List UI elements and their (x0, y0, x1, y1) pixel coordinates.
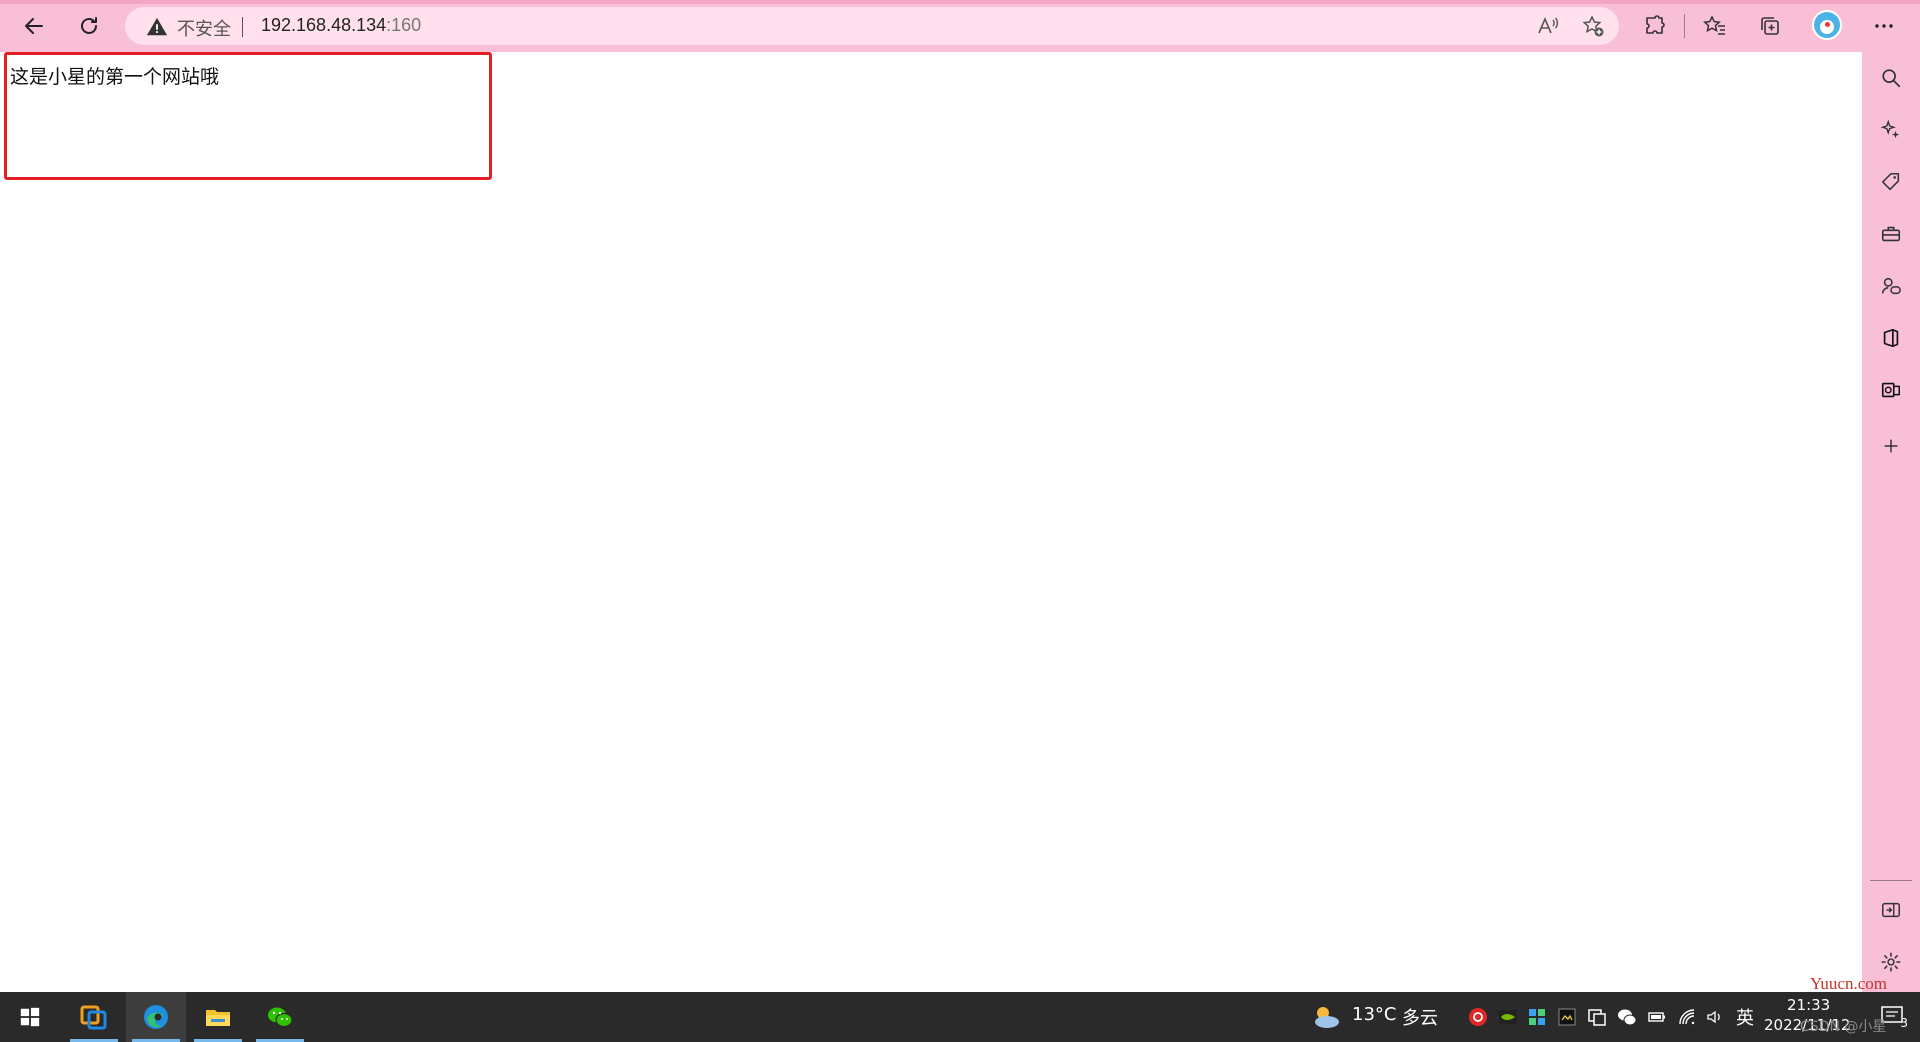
search-icon (1882, 69, 1901, 88)
gear-icon (1881, 952, 1901, 972)
url-host: 192.168.48.134 (261, 15, 387, 35)
site-watermark: Yuucn.com (1810, 974, 1887, 993)
app-tile-icon[interactable] (1527, 1007, 1547, 1027)
read-aloud-icon (1538, 16, 1559, 34)
puzzle-icon (1646, 15, 1665, 34)
sidebar-search-button[interactable] (1879, 66, 1903, 90)
sidebar-settings-button[interactable] (1879, 950, 1903, 974)
sidebar-tools-button[interactable] (1879, 222, 1903, 246)
panel-collapse-icon (1882, 902, 1900, 918)
more-options-button[interactable] (1870, 12, 1898, 40)
weather-temp[interactable]: 13°C (1352, 1004, 1396, 1025)
sidebar-discover-button[interactable] (1879, 118, 1903, 142)
outlook-icon (1881, 382, 1900, 398)
sidebar-outlook-button[interactable] (1879, 378, 1903, 402)
collections-button[interactable] (1756, 12, 1784, 40)
address-divider (242, 17, 243, 37)
battery-icon[interactable] (1647, 1007, 1667, 1027)
ellipsis-icon (1875, 24, 1893, 28)
wifi-icon[interactable] (1677, 1007, 1697, 1027)
weather-cloud-icon[interactable] (1310, 1003, 1342, 1031)
star-add-icon (1582, 15, 1604, 37)
sidebar-shopping-button[interactable] (1879, 170, 1903, 194)
start-button[interactable] (0, 992, 60, 1042)
back-button[interactable] (14, 6, 54, 46)
netease-music-icon[interactable] (1468, 1007, 1488, 1027)
games-icon (1881, 277, 1901, 295)
sidebar-games-button[interactable] (1879, 274, 1903, 298)
not-secure-label[interactable]: 不安全 (177, 15, 231, 41)
edge-sidebar (1862, 52, 1920, 992)
tag-icon (1881, 172, 1900, 191)
clock-time[interactable]: 21:33 (1787, 996, 1830, 1014)
web-page-content: 这是小星的第一个网站哦 (0, 52, 1862, 992)
url-text[interactable]: 192.168.48.134:160 (261, 15, 421, 36)
read-aloud-button[interactable] (1534, 12, 1562, 40)
taskbar-edge[interactable] (126, 992, 186, 1042)
folder-icon (206, 1010, 230, 1026)
extensions-button[interactable] (1641, 12, 1669, 40)
favorites-button[interactable] (1701, 12, 1729, 40)
warning-icon[interactable] (146, 16, 168, 38)
weather-desc[interactable]: 多云 (1402, 1004, 1438, 1030)
sidebar-office-button[interactable] (1879, 326, 1903, 350)
office-icon (1883, 328, 1899, 348)
windows-taskbar: 13°C 多云 英 21:33 2022/11/12 3 (0, 992, 1920, 1042)
taskbar-wechat[interactable] (250, 992, 310, 1042)
monitor-app-icon[interactable] (1557, 1007, 1577, 1027)
toolbox-icon (1881, 226, 1901, 242)
sparkle-icon (1880, 119, 1900, 139)
page-body-text: 这是小星的第一个网站哦 (10, 66, 220, 88)
refresh-icon (81, 17, 97, 34)
wechat-icon (268, 1007, 293, 1028)
address-bar[interactable]: 不安全 192.168.48.134:160 (125, 7, 1619, 45)
add-favorite-button[interactable] (1579, 12, 1607, 40)
collections-icon (1761, 17, 1779, 35)
edge-icon (144, 1005, 168, 1029)
author-watermark: CSDN @小星 (1800, 1019, 1887, 1035)
refresh-button[interactable] (69, 6, 109, 46)
sidebar-divider (1870, 880, 1912, 881)
taskbar-vmware[interactable] (64, 992, 124, 1042)
avatar-nose-shape (1825, 22, 1830, 27)
url-port: :160 (386, 15, 422, 35)
back-arrow-icon (25, 18, 43, 34)
profile-avatar[interactable] (1812, 10, 1842, 40)
volume-icon[interactable] (1705, 1007, 1725, 1027)
windows-logo-icon (20, 1007, 40, 1027)
notification-count-badge: 3 (1900, 1016, 1908, 1030)
plus-icon (1884, 439, 1898, 453)
favorites-list-icon (1703, 15, 1725, 35)
display-icon[interactable] (1587, 1007, 1607, 1027)
sidebar-add-button[interactable] (1879, 434, 1903, 458)
browser-toolbar: 不安全 192.168.48.134:160 (0, 0, 1920, 52)
input-method-indicator[interactable]: 英 (1736, 1004, 1754, 1030)
taskbar-file-explorer[interactable] (188, 992, 248, 1042)
toolbar-divider (1684, 14, 1685, 38)
screen: 不安全 192.168.48.134:160 这是小星的第一个网站哦 Yuucn… (0, 0, 1920, 1042)
nvidia-icon[interactable] (1498, 1007, 1518, 1027)
vmware-icon (80, 1005, 107, 1030)
wechat-tray-icon[interactable] (1617, 1007, 1637, 1027)
sidebar-hide-button[interactable] (1879, 898, 1903, 922)
